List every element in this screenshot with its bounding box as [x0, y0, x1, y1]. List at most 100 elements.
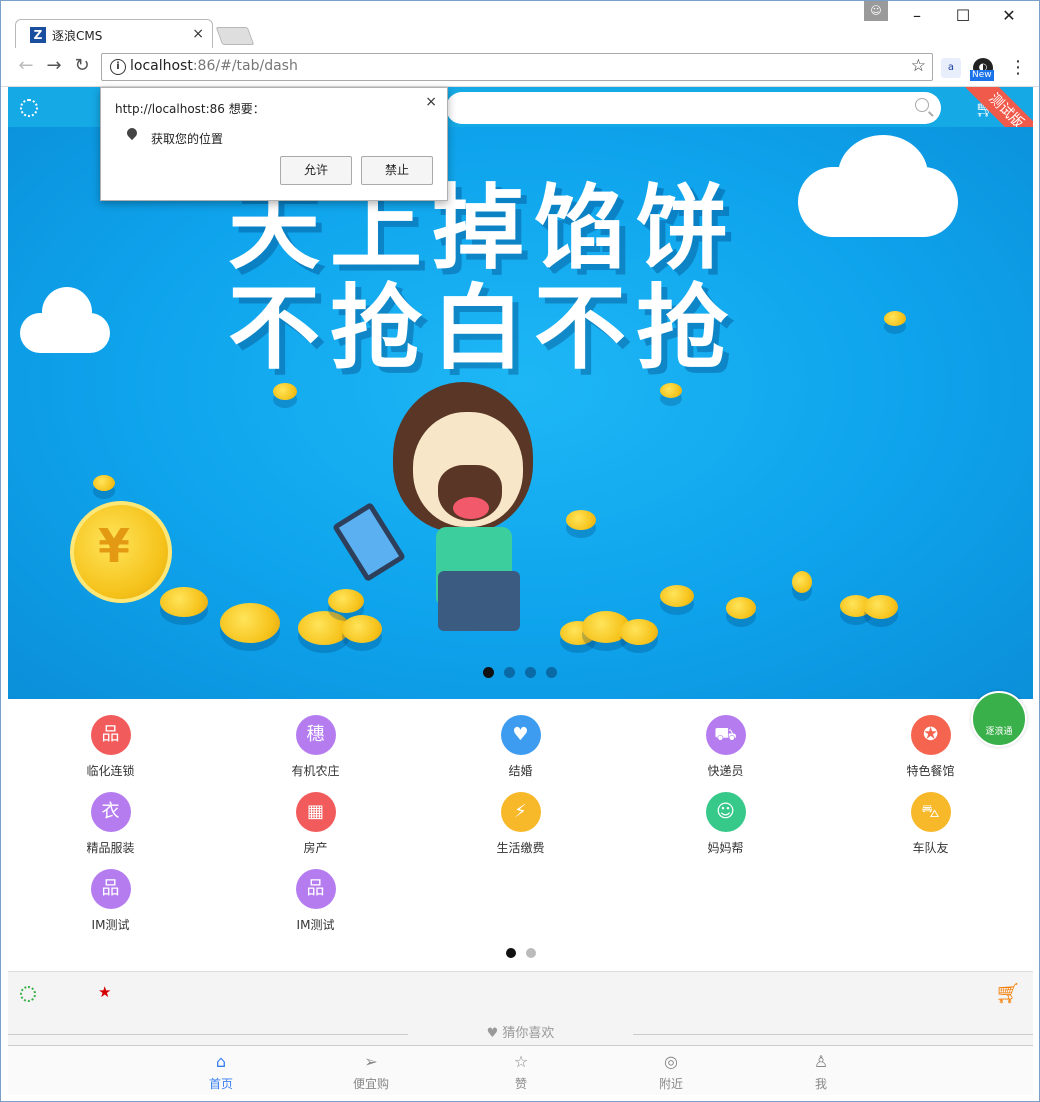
grid-page-dot[interactable] — [526, 948, 536, 958]
browser-toolbar: ← → ↻ i localhost:86/#/tab/dash ☆ a ◐ Ne… — [1, 48, 1039, 87]
favorite-star-icon[interactable]: ★ — [98, 983, 111, 1001]
location-permission-dialog: http://localhost:86 想要： × 获取您的位置 允许 禁止 — [100, 87, 448, 201]
phone-icon — [332, 501, 406, 583]
search-icon[interactable] — [915, 98, 929, 112]
grid-item[interactable]: ⛍ 车队友 — [828, 792, 1033, 856]
browser-menu-icon[interactable]: ⋮ — [1009, 57, 1027, 78]
grid-page-dot[interactable] — [506, 948, 516, 958]
grid-pagination — [506, 947, 546, 961]
reload-icon[interactable]: ↻ — [71, 55, 93, 77]
tab-close-icon[interactable]: × — [192, 26, 204, 42]
grid-item[interactable]: 品 IM测试 — [213, 869, 418, 933]
grid-item[interactable]: ⚡ 生活缴费 — [418, 792, 623, 856]
tab-label: 我 — [814, 1077, 827, 1091]
heart-icon: ♥ — [486, 1026, 503, 1041]
send-icon: ➢ — [364, 1052, 378, 1071]
bookmark-star-icon[interactable]: ☆ — [911, 56, 926, 76]
grid-item-label: 妈妈帮 — [707, 841, 744, 855]
building-icon: ▦ — [295, 792, 336, 832]
address-bar[interactable]: i localhost:86/#/tab/dash ☆ — [101, 53, 933, 81]
search-input[interactable] — [446, 92, 941, 124]
extension-a-icon[interactable]: a — [941, 58, 961, 78]
minimize-button[interactable]: – — [897, 3, 937, 29]
grid-item[interactable]: ✪ 特色餐馆 — [828, 715, 1033, 779]
grid-item[interactable]: ☺ 妈妈帮 — [623, 792, 828, 856]
grid-item-label: 精品服装 — [86, 841, 135, 855]
location-pin-icon — [124, 125, 140, 141]
promo-banner[interactable]: 天上掉馅饼 不抢白不抢 ¥ — [8, 127, 1033, 699]
tshirt-icon: 衣 — [90, 792, 131, 832]
banner-dot[interactable] — [525, 667, 536, 678]
coin-icon — [660, 383, 682, 398]
coin-icon — [620, 619, 658, 645]
banner-dot[interactable] — [546, 667, 557, 678]
grid-item[interactable]: ♥ 结婚 — [418, 715, 623, 779]
tab-star[interactable]: ☆ 赞 — [481, 1052, 561, 1092]
coin-icon — [160, 587, 208, 617]
mother-baby-icon: ☺ — [705, 792, 746, 832]
coin-icon — [328, 589, 364, 613]
home-icon: ⌂ — [215, 1052, 227, 1071]
forward-arrow-icon[interactable]: → — [43, 55, 65, 77]
info-icon[interactable]: i — [110, 59, 126, 75]
grid-item-label: 结婚 — [508, 764, 533, 778]
coin-icon — [342, 615, 382, 643]
banner-headline: 天上掉馅饼 不抢白不抢 — [228, 179, 788, 379]
grid-item-label: 有机农庄 — [291, 764, 340, 778]
coin-icon — [273, 383, 297, 400]
coin-icon — [726, 597, 756, 619]
guess-label: 猜你喜欢 — [502, 1026, 555, 1041]
dialog-close-icon[interactable]: × — [425, 94, 437, 110]
banner-dot[interactable] — [504, 667, 515, 678]
back-arrow-icon[interactable]: ← — [15, 55, 37, 77]
tab-home[interactable]: ⌂ 首页 — [181, 1052, 261, 1092]
dialog-title: http://localhost:86 想要： — [115, 102, 265, 116]
cart-icon[interactable]: 🛒︎ — [995, 981, 1020, 1005]
tab-location-pin[interactable]: ◎ 附近 — [631, 1052, 711, 1092]
close-window-button[interactable]: ✕ — [989, 3, 1029, 29]
new-tab-button[interactable] — [215, 27, 255, 45]
action-row: ★ 🛒︎ — [8, 971, 1033, 1015]
profile-icon[interactable]: ☺ — [864, 1, 888, 21]
tab-label: 赞 — [514, 1077, 527, 1091]
maximize-button[interactable]: ☐ — [943, 3, 983, 29]
location-pin-icon: ◎ — [664, 1052, 678, 1071]
cloud-decoration — [838, 135, 928, 215]
grid-item[interactable]: 穗有机农庄 — [213, 715, 418, 779]
cartoon-boy-tongue — [453, 497, 489, 519]
browser-tab[interactable]: Z 逐浪CMS × — [15, 19, 213, 50]
block-button[interactable]: 禁止 — [361, 156, 433, 185]
user-icon: ♙ — [813, 1052, 829, 1071]
grid-item[interactable]: 品临化连锁 — [8, 715, 213, 779]
sitemap-icon: 品 — [295, 869, 336, 909]
headline-line-2: 不抢白不抢 — [228, 275, 739, 382]
tab-user[interactable]: ♙ 我 — [781, 1052, 861, 1092]
coin-icon — [864, 595, 898, 619]
banner-dot[interactable] — [483, 667, 494, 678]
coin-icon — [792, 571, 812, 593]
grid-item-label: IM测试 — [91, 918, 130, 932]
couple-heart-icon: ♥ — [500, 715, 541, 755]
tab-title: 逐浪CMS — [52, 29, 103, 43]
sitemap-icon: 品 — [90, 869, 131, 909]
star-icon: ☆ — [513, 1052, 529, 1071]
grid-item[interactable]: 衣精品服装 — [8, 792, 213, 856]
car-icon: ⛍ — [910, 792, 951, 832]
grid-item-label: 房产 — [303, 841, 328, 855]
allow-button[interactable]: 允许 — [280, 156, 352, 185]
grid-item[interactable]: ⛟ 快递员 — [623, 715, 828, 779]
url-text: localhost:86/#/tab/dash — [130, 58, 298, 74]
grid-item[interactable]: ▦ 房产 — [213, 792, 418, 856]
coin-icon — [220, 603, 280, 643]
tab-send[interactable]: ➢ 便宜购 — [331, 1052, 411, 1092]
grid-item[interactable]: 品 IM测试 — [8, 869, 213, 933]
app-page: 🛒︎ 测试版 天上掉馅饼 不抢白不抢 ¥ 逐浪通 品 临化连锁 穗 有机农庄 ♥… — [8, 87, 1033, 1095]
banner-pagination — [483, 667, 567, 681]
extension-new-badge: New — [970, 70, 994, 81]
wheat-icon: 穗 — [295, 715, 336, 755]
browser-window: Z 逐浪CMS × ☺ – ☐ ✕ ← → ↻ i localhost:86/#… — [0, 0, 1040, 1102]
tab-label: 便宜购 — [352, 1077, 389, 1091]
dialog-message: 获取您的位置 — [151, 132, 224, 146]
big-coin-icon: ¥ — [70, 501, 172, 603]
coin-icon — [566, 510, 596, 530]
